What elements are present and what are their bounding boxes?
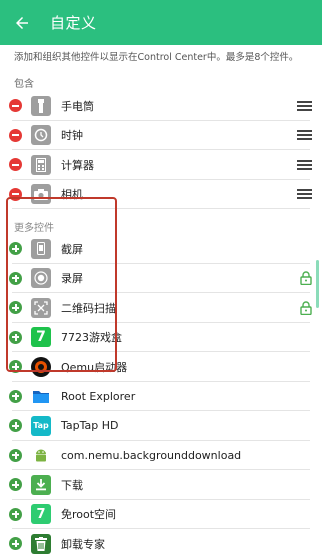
screenshot-icon xyxy=(31,238,51,259)
download-app-icon xyxy=(31,474,51,495)
item-label: TapTap HD xyxy=(61,419,119,433)
taptap-app-icon: Tap xyxy=(31,415,51,436)
scrollbar[interactable] xyxy=(316,260,319,308)
item-label: 7723游戏盒 xyxy=(61,331,122,345)
item-label: 时钟 xyxy=(61,129,83,143)
drag-handle-icon[interactable] xyxy=(297,189,312,200)
lock-icon xyxy=(300,301,312,315)
add-button[interactable] xyxy=(9,301,22,315)
drag-handle-icon[interactable] xyxy=(297,100,312,111)
more-item-qemu-launcher[interactable]: Qemu启动器 xyxy=(0,352,322,382)
item-label: 计算器 xyxy=(61,158,94,172)
more-section-title: 更多控件 xyxy=(14,223,54,234)
add-button[interactable] xyxy=(9,242,22,256)
more-item-screenshot[interactable]: 截屏 xyxy=(0,234,322,264)
qr-scan-icon xyxy=(31,297,51,318)
no-root-space-app-icon: 7 xyxy=(31,504,51,525)
included-section-title: 包含 xyxy=(14,79,34,90)
root-explorer-app-icon xyxy=(31,386,51,407)
item-label: 二维码扫描 xyxy=(61,301,116,315)
qemu-launcher-app-icon xyxy=(31,356,51,377)
remove-button[interactable] xyxy=(9,187,22,201)
calculator-icon xyxy=(31,154,51,175)
item-label: com.nemu.backgrounddownload xyxy=(61,448,242,462)
remove-button[interactable] xyxy=(9,128,22,142)
page-title: 自定义 xyxy=(50,14,97,32)
add-button[interactable] xyxy=(9,537,22,551)
add-button[interactable] xyxy=(9,448,22,462)
lock-icon xyxy=(300,271,312,286)
add-button[interactable] xyxy=(9,330,22,344)
android-icon xyxy=(31,445,51,466)
item-label: 截屏 xyxy=(61,242,83,256)
add-button[interactable] xyxy=(9,478,22,492)
add-button[interactable] xyxy=(9,271,22,285)
more-item-taptap-hd[interactable]: Tap TapTap HD xyxy=(0,411,322,441)
item-label: 录屏 xyxy=(61,272,83,286)
flashlight-icon xyxy=(31,95,51,116)
back-arrow-icon[interactable] xyxy=(8,9,36,37)
more-item-root-explorer[interactable]: Root Explorer xyxy=(0,382,322,411)
included-item-flashlight[interactable]: 手电筒 xyxy=(0,91,322,121)
description-text: 添加和组织其他控件以显示在Control Center中。最多是8个控件。 xyxy=(14,52,299,63)
uninstall-expert-app-icon xyxy=(31,533,51,554)
included-item-clock[interactable]: 时钟 xyxy=(0,121,322,150)
item-label: 卸载专家 xyxy=(61,537,105,551)
item-label: 手电筒 xyxy=(61,99,94,113)
more-item-7723-game-box[interactable]: 7 7723游戏盒 xyxy=(0,323,322,352)
remove-button[interactable] xyxy=(9,158,22,172)
add-button[interactable] xyxy=(9,419,22,433)
included-item-calculator[interactable]: 计算器 xyxy=(0,150,322,180)
included-item-camera[interactable]: 相机 xyxy=(0,180,322,209)
7723-game-box-app-icon: 7 xyxy=(31,327,51,348)
drag-handle-icon[interactable] xyxy=(297,159,312,170)
camera-icon xyxy=(31,184,51,205)
more-item-no-root-space[interactable]: 7 免root空间 xyxy=(0,500,322,529)
drag-handle-icon[interactable] xyxy=(297,130,312,141)
add-button[interactable] xyxy=(9,389,22,403)
more-item-download[interactable]: 下载 xyxy=(0,470,322,500)
clock-icon xyxy=(31,125,51,146)
add-button[interactable] xyxy=(9,360,22,374)
item-label: Root Explorer xyxy=(61,389,136,403)
app-bar: 自定义 xyxy=(0,0,322,45)
item-label: Qemu启动器 xyxy=(61,360,128,374)
item-label: 相机 xyxy=(61,188,83,202)
more-item-screen-record[interactable]: 录屏 xyxy=(0,264,322,293)
more-item-nemu-background-download[interactable]: com.nemu.backgrounddownload xyxy=(0,441,322,470)
remove-button[interactable] xyxy=(9,99,22,113)
screen-record-icon xyxy=(31,268,51,289)
item-label: 下载 xyxy=(61,478,83,492)
add-button[interactable] xyxy=(9,507,22,521)
more-item-qr-scan[interactable]: 二维码扫描 xyxy=(0,293,322,323)
more-item-uninstall-expert[interactable]: 卸载专家 xyxy=(0,529,322,559)
item-label: 免root空间 xyxy=(61,508,117,522)
